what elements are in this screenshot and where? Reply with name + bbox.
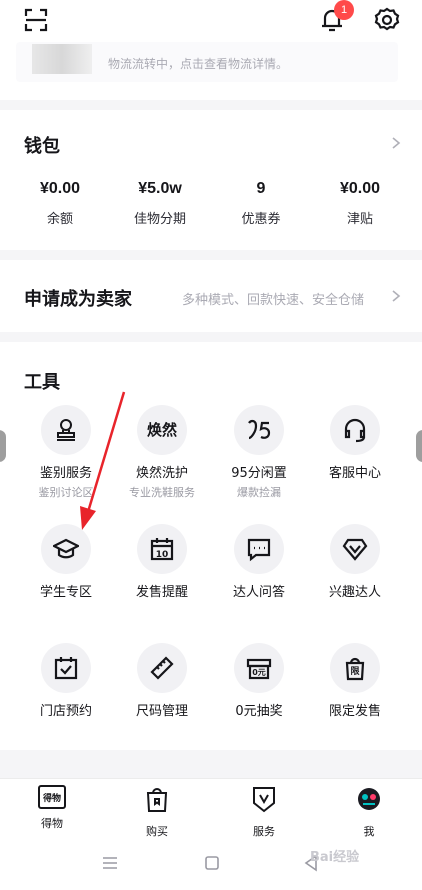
icon-text: 10 xyxy=(155,550,169,560)
tool-store-booking[interactable]: 门店预约 xyxy=(16,643,116,719)
tab-label: 购买 xyxy=(146,825,168,838)
tool-customer-service[interactable]: 客服中心 xyxy=(305,405,405,481)
shopping-bag-icon xyxy=(146,788,168,812)
notification-badge: 1 xyxy=(334,0,354,20)
tool-label: 限定发售 xyxy=(328,704,381,719)
lottery-icon: 0元 xyxy=(234,643,284,693)
calendar-check-icon xyxy=(41,643,91,693)
become-seller-row[interactable]: 申请成为卖家 多种模式、回款快速、安全仓储 xyxy=(0,260,422,332)
tool-shoe-care[interactable]: 焕然 焕然洗护 专业洗鞋服务 xyxy=(112,405,212,500)
watermark: Bai经验 xyxy=(310,850,360,865)
tool-label: 鉴别服务 xyxy=(39,466,92,481)
icon-text: 得物 xyxy=(42,794,61,804)
stat-value: 9 xyxy=(256,180,266,197)
icon-text: 焕然 xyxy=(146,421,177,439)
tools-title: 工具 xyxy=(24,372,60,393)
stat-label: 佳物分期 xyxy=(133,212,186,227)
tool-label: 发售提醒 xyxy=(135,585,188,600)
menu-icon[interactable] xyxy=(102,855,118,871)
tool-label: 客服中心 xyxy=(328,466,381,481)
tool-label: 兴趣达人 xyxy=(328,585,381,600)
icon-text: 限 xyxy=(350,667,360,677)
calendar-icon: 10 xyxy=(137,524,187,574)
avatar-icon xyxy=(358,788,380,810)
tab-service[interactable]: 服务 xyxy=(224,785,304,839)
gear-icon[interactable] xyxy=(374,7,400,33)
tool-expert-qa[interactable]: 达人问答 xyxy=(209,524,309,600)
stat-value: ¥0.00 xyxy=(339,180,381,197)
huanran-text-icon: 焕然 xyxy=(137,405,187,455)
tab-buy[interactable]: 购买 xyxy=(117,785,197,839)
ruler-icon xyxy=(137,643,187,693)
stamp-icon xyxy=(41,405,91,455)
tool-free-lottery[interactable]: 0元 0元抽奖 xyxy=(209,643,309,719)
logistics-banner[interactable]: 物流流转中，点击查看物流详情。 xyxy=(16,42,398,82)
icon-text: 0元 xyxy=(252,668,266,677)
headset-icon xyxy=(330,405,380,455)
chevron-right-icon xyxy=(392,290,401,302)
wallet-coupons[interactable]: 9 优惠券 xyxy=(221,180,301,227)
product-thumbnail xyxy=(32,44,92,74)
tool-label: 95分闲置 xyxy=(231,466,287,481)
chat-icon xyxy=(234,524,284,574)
tab-me[interactable]: 我 xyxy=(329,785,409,839)
shield-v-icon xyxy=(253,787,275,813)
limited-bag-icon: 限 xyxy=(330,643,380,693)
stat-label: 津贴 xyxy=(346,212,373,227)
wallet-allowance[interactable]: ¥0.00 津贴 xyxy=(320,180,400,227)
tools-card: 工具 鉴别服务 鉴别讨论区 焕然 焕然洗护 专业洗鞋服务 95分闲置 爆款捡漏 … xyxy=(0,342,422,750)
tab-label: 服务 xyxy=(253,825,275,838)
home-icon[interactable] xyxy=(204,855,220,871)
tool-label: 学生专区 xyxy=(39,585,92,600)
stat-label: 余额 xyxy=(46,212,73,227)
wallet-card[interactable]: 钱包 ¥0.00 余额 ¥5.0w 佳物分期 9 优惠券 ¥0.00 津贴 xyxy=(0,110,422,250)
tool-label: 焕然洗护 xyxy=(135,466,188,481)
bottom-tab-bar: 得物 得物 购买 服务 我 xyxy=(0,778,422,840)
stat-value: ¥0.00 xyxy=(39,180,81,197)
tool-sublabel: 专业洗鞋服务 xyxy=(129,486,195,499)
wallet-balance[interactable]: ¥0.00 余额 xyxy=(20,180,100,227)
stat-label: 优惠券 xyxy=(241,212,281,227)
diamond-icon xyxy=(330,524,380,574)
tool-sublabel: 鉴别讨论区 xyxy=(38,486,94,499)
tool-sublabel: 爆款捡漏 xyxy=(237,486,281,499)
graduation-cap-icon xyxy=(41,524,91,574)
chevron-right-icon xyxy=(392,137,401,149)
tool-student-zone[interactable]: 学生专区 xyxy=(16,524,116,600)
stat-value: ¥5.0w xyxy=(138,180,182,197)
tool-95-idle[interactable]: 95分闲置 爆款捡漏 xyxy=(209,405,309,500)
tool-limited-release[interactable]: 限 限定发售 xyxy=(305,643,405,719)
wallet-installment[interactable]: ¥5.0w 佳物分期 xyxy=(120,180,200,227)
95-logo-icon xyxy=(234,405,284,455)
tab-label: 我 xyxy=(363,825,375,838)
top-header: 1 物流流转中，点击查看物流详情。 xyxy=(0,0,422,100)
tool-size-management[interactable]: 尺码管理 xyxy=(112,643,212,719)
seller-title: 申请成为卖家 xyxy=(24,289,132,310)
logistics-text: 物流流转中，点击查看物流详情。 xyxy=(108,57,289,71)
seller-subtitle: 多种模式、回款快速、安全仓储 xyxy=(182,293,365,308)
side-handle-right[interactable] xyxy=(416,430,422,462)
tab-label: 得物 xyxy=(41,817,63,830)
side-handle-left[interactable] xyxy=(0,430,6,462)
tool-label: 0元抽奖 xyxy=(235,704,283,719)
wallet-title: 钱包 xyxy=(24,136,60,157)
scan-icon[interactable] xyxy=(24,8,48,32)
tool-label: 尺码管理 xyxy=(135,704,188,719)
tool-label: 达人问答 xyxy=(232,585,285,600)
tool-label: 门店预约 xyxy=(39,704,92,719)
tool-authentication[interactable]: 鉴别服务 鉴别讨论区 xyxy=(16,405,116,500)
tool-release-reminder[interactable]: 10 发售提醒 xyxy=(112,524,212,600)
tool-interest-expert[interactable]: 兴趣达人 xyxy=(305,524,405,600)
tab-dewu[interactable]: 得物 得物 xyxy=(12,785,92,831)
dewu-logo-icon: 得物 xyxy=(38,785,66,809)
